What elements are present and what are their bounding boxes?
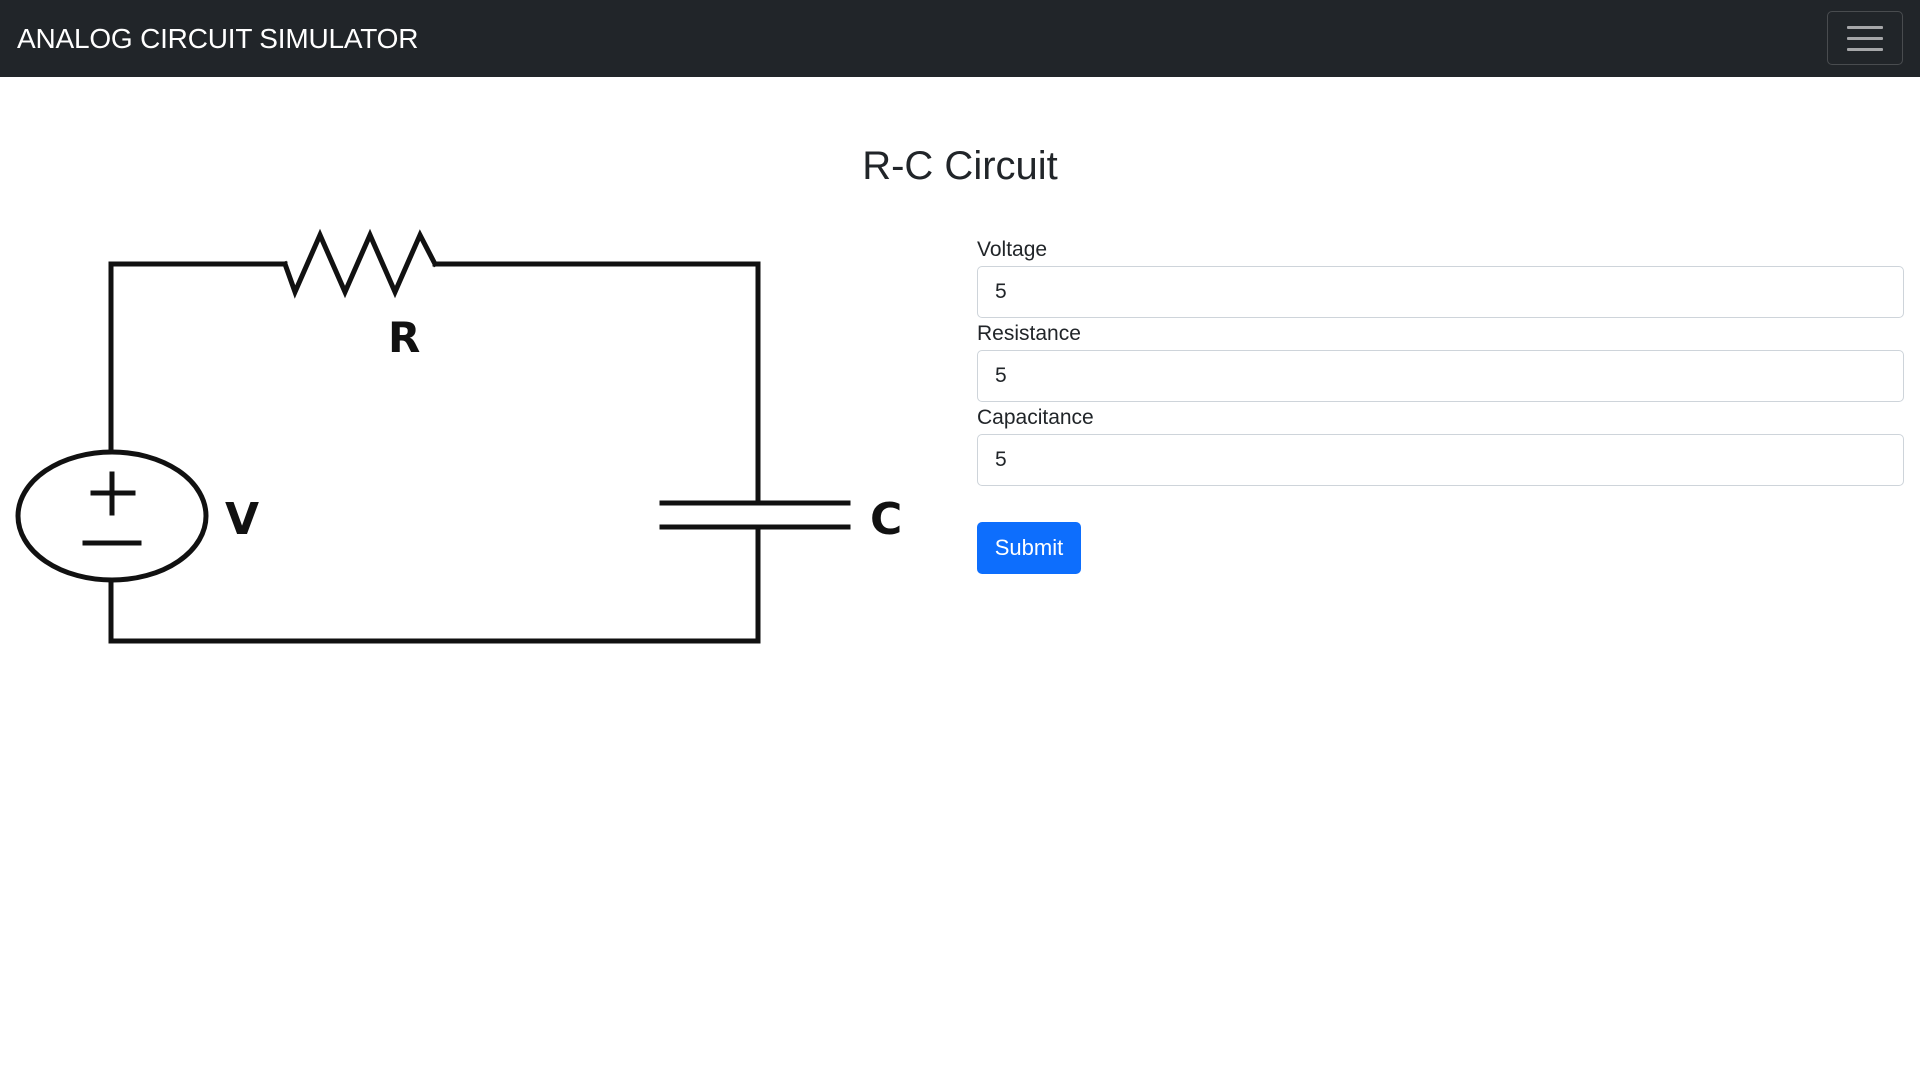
plus-mark — [90, 471, 136, 516]
hamburger-menu-icon[interactable] — [1827, 11, 1903, 65]
navbar-brand[interactable]: ANALOG CIRCUIT SIMULATOR — [17, 22, 418, 56]
rc-circuit-diagram: R V C — [15, 228, 902, 644]
resistance-input[interactable] — [977, 350, 1904, 402]
voltage-label: V — [225, 494, 259, 545]
wire-top-right — [432, 261, 761, 506]
capacitor-label: C — [870, 494, 902, 545]
voltage-label-text: Voltage — [977, 238, 1048, 261]
voltage-source-symbol — [15, 449, 209, 583]
resistor-symbol — [281, 228, 439, 299]
rc-parameters-form: Voltage Resistance Capacitance Submit — [977, 236, 1904, 574]
wire-left-top — [108, 261, 288, 454]
capacitance-label-text: Capacitance — [977, 406, 1094, 429]
wire-right-bottom — [108, 524, 761, 644]
resistor-label: R — [388, 313, 420, 362]
resistance-label-text: Resistance — [977, 322, 1081, 345]
voltage-input[interactable] — [977, 266, 1904, 318]
submit-button[interactable]: Submit — [977, 522, 1081, 574]
page-title: R-C Circuit — [862, 144, 1058, 188]
capacitance-input[interactable] — [977, 434, 1904, 486]
navbar: ANALOG CIRCUIT SIMULATOR — [0, 0, 1920, 77]
